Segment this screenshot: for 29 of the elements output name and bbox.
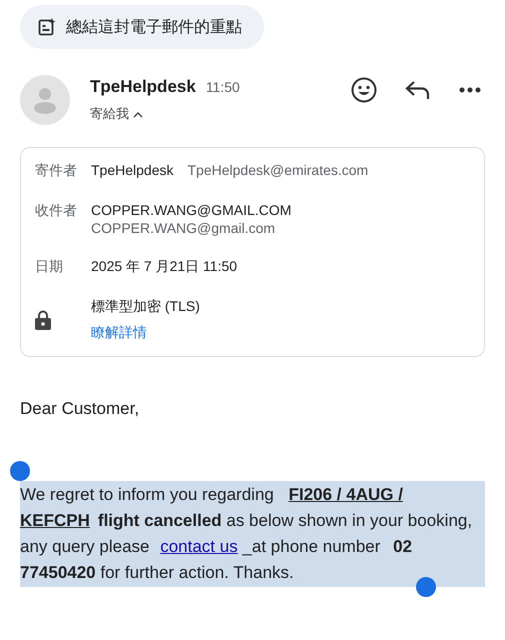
chevron-icon xyxy=(133,110,143,118)
avatar-icon xyxy=(20,75,70,125)
summary-icon xyxy=(38,18,56,36)
sender-name: TpeHelpdesk xyxy=(90,77,196,97)
date-value: 2025 年 7 月21日 11:50 xyxy=(91,258,238,276)
greeting-text: Dear Customer, xyxy=(20,399,140,419)
detail-label: 日期 xyxy=(35,258,64,276)
encryption-label: 標準型加密 (TLS) xyxy=(91,298,200,316)
more-button[interactable] xyxy=(459,87,481,93)
sender-name: TpeHelpdesk xyxy=(91,162,174,178)
detail-label: 收件者 xyxy=(35,202,78,220)
learn-more-link[interactable]: 瞭解詳情 xyxy=(91,324,200,342)
reply-button[interactable] xyxy=(405,80,431,100)
recipient-email: COPPER.WANG@gmail.com xyxy=(91,220,276,236)
recipients-toggle[interactable]: 寄給我 xyxy=(90,105,143,123)
summarize-button[interactable]: 總結這封電子郵件的重點 xyxy=(20,5,264,49)
sent-time: 11:50 xyxy=(206,79,240,95)
lock-icon xyxy=(35,310,51,330)
selection-handle[interactable] xyxy=(10,461,30,481)
contact-link[interactable]: contact us xyxy=(160,537,238,556)
emoji-button[interactable] xyxy=(351,77,377,103)
detail-label: 寄件者 xyxy=(35,162,78,180)
recipient-name: COPPER.WANG@GMAIL.COM xyxy=(91,202,292,218)
selection-handle[interactable] xyxy=(416,577,436,597)
reply-icon xyxy=(405,80,431,100)
body-paragraph: We regret to inform you regarding FI206 / 4AUG / KEFCPH flight cancelled as below shown in your booking, any query please contact us _at phone number 02 77450420 for further action. Thanks. xyxy=(20,481,485,587)
more-icon xyxy=(459,87,481,93)
sender-email: TpeHelpdesk@emirates.com xyxy=(188,162,368,178)
emoji-reaction-icon xyxy=(351,77,377,103)
